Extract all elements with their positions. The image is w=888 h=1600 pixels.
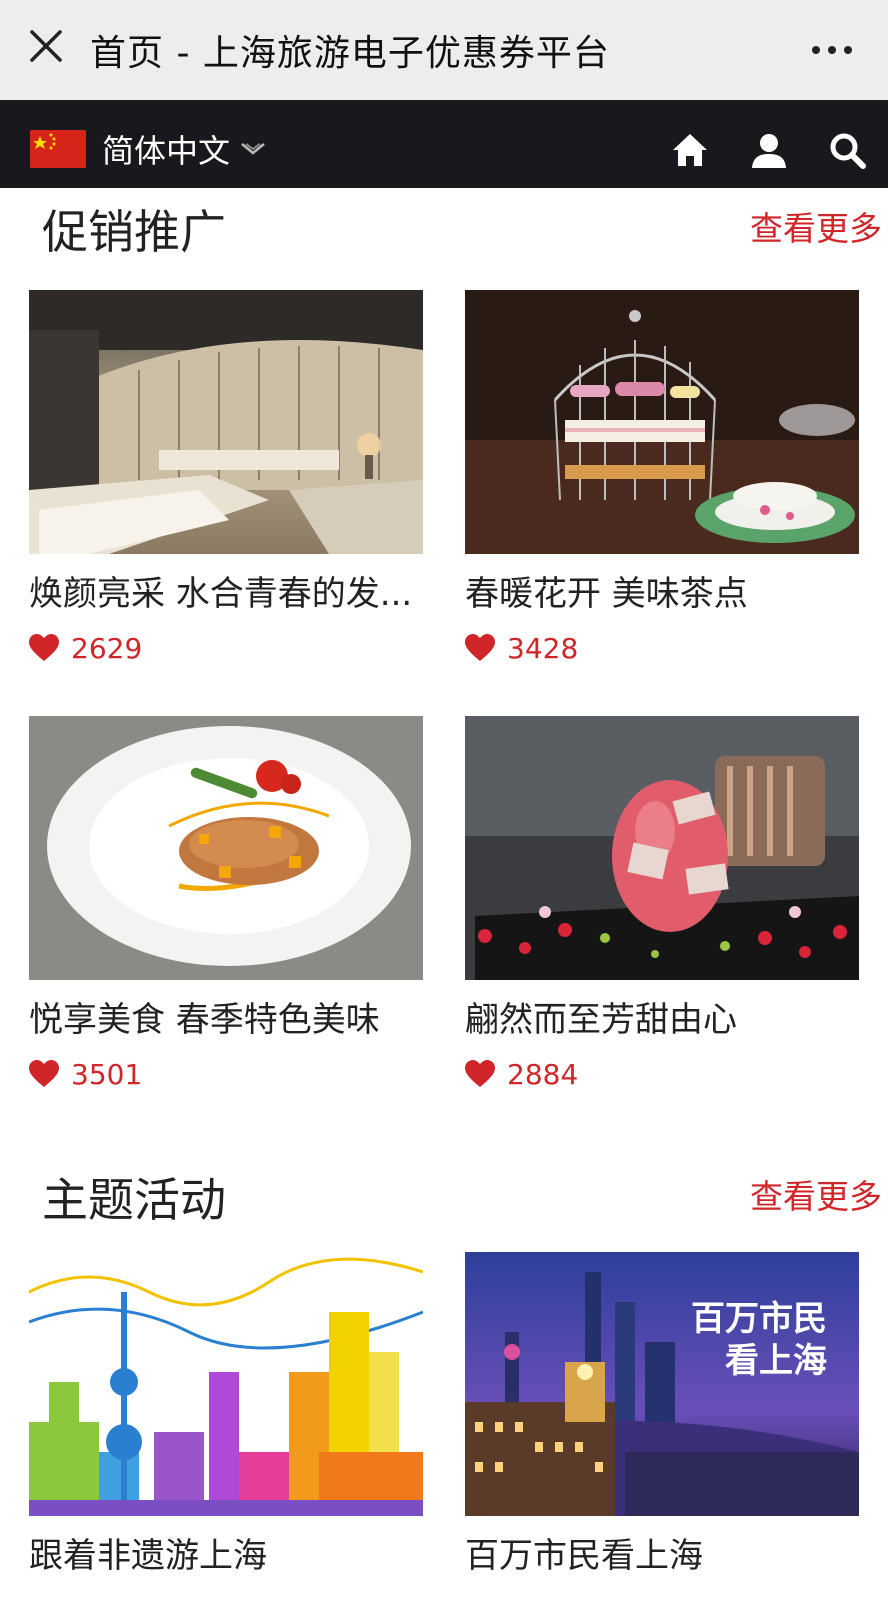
promotion-title[interactable]: 悦享美食 春季特色美味	[29, 996, 423, 1044]
heart-icon[interactable]	[29, 1060, 59, 1088]
like-count-value: 2629	[71, 631, 143, 665]
heritage-skyline-image[interactable]	[29, 1252, 423, 1516]
view-more-themes-link[interactable]: 查看更多	[750, 1170, 882, 1218]
image-text-line2: 看上海	[725, 1341, 827, 1381]
chevron-down-icon[interactable]	[240, 140, 266, 158]
user-icon[interactable]	[749, 130, 789, 170]
heart-icon[interactable]	[465, 1060, 495, 1088]
promotion-title[interactable]: 春暖花开 美味茶点	[465, 570, 859, 618]
china-flag-icon[interactable]	[30, 130, 86, 168]
section-title-promotions: 促销推广	[42, 205, 226, 259]
image-text-line1: 百万市民	[691, 1299, 827, 1339]
home-icon[interactable]	[670, 130, 710, 170]
promotion-card[interactable]: 悦享美食 春季特色美味 3501	[29, 716, 423, 1094]
promotion-card[interactable]: 焕颜亮采 水合青春的发... 2629	[29, 290, 423, 668]
like-count-value: 2884	[507, 1057, 579, 1091]
site-nav-bar: 简体中文	[0, 100, 888, 188]
theme-card[interactable]: 百万市民 看上海 百万市民看上海	[465, 1252, 859, 1580]
heart-icon[interactable]	[29, 634, 59, 662]
promotion-title[interactable]: 焕颜亮采 水合青春的发...	[29, 570, 423, 618]
like-count[interactable]: 2884	[465, 1054, 859, 1094]
afternoon-tea-image[interactable]	[465, 290, 859, 554]
theme-card[interactable]: 跟着非遗游上海	[29, 1252, 423, 1580]
shanghai-night-image[interactable]: 百万市民 看上海	[465, 1252, 859, 1516]
promotion-card[interactable]: 春暖花开 美味茶点 3428	[465, 290, 859, 668]
promotion-title[interactable]: 翩然而至芳甜由心	[465, 996, 859, 1044]
like-count[interactable]: 2629	[29, 628, 423, 668]
section-title-themes: 主题活动	[42, 1173, 226, 1227]
gourmet-dish-image[interactable]	[29, 716, 423, 980]
view-more-promotions-link[interactable]: 查看更多	[750, 202, 882, 250]
language-selector[interactable]: 简体中文	[102, 126, 230, 172]
more-icon[interactable]	[810, 44, 854, 56]
like-count[interactable]: 3501	[29, 1054, 423, 1094]
dessert-image[interactable]	[465, 716, 859, 980]
theme-title[interactable]: 百万市民看上海	[465, 1532, 859, 1580]
heart-icon[interactable]	[465, 634, 495, 662]
like-count-value: 3501	[71, 1057, 143, 1091]
like-count[interactable]: 3428	[465, 628, 859, 668]
spa-room-image[interactable]	[29, 290, 423, 554]
search-icon[interactable]	[827, 130, 867, 170]
page-title: 首页 - 上海旅游电子优惠券平台	[90, 33, 610, 74]
like-count-value: 3428	[507, 631, 579, 665]
wechat-title-bar: 首页 - 上海旅游电子优惠券平台	[0, 0, 888, 100]
promotion-card[interactable]: 翩然而至芳甜由心 2884	[465, 716, 859, 1094]
theme-title[interactable]: 跟着非遗游上海	[29, 1532, 423, 1580]
close-icon[interactable]	[26, 26, 66, 66]
